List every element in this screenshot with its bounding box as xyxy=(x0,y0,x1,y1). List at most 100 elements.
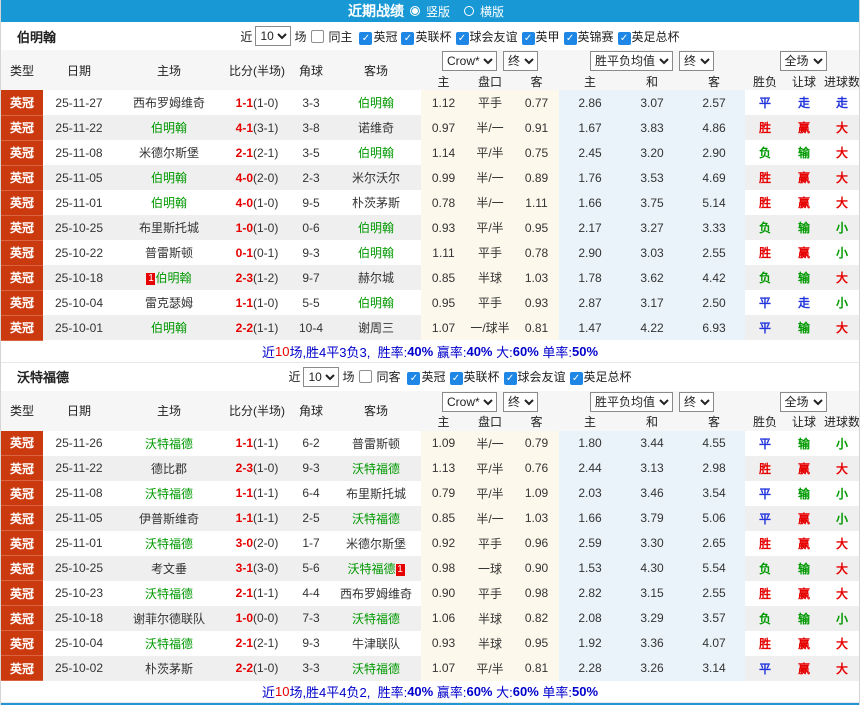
ah-line: 平/半 xyxy=(466,655,514,681)
league-filter-label[interactable]: 英联杯 xyxy=(464,370,500,384)
league-filter-label[interactable]: 英锦赛 xyxy=(578,30,614,44)
layout-radio-horizontal-label[interactable]: 横版 xyxy=(480,3,504,20)
match-row: 英冠 25-11-01 伯明翰 4-0(1-0) 9-5 朴茨茅斯 0.78 半/一 1.11 1… xyxy=(1,190,859,216)
match-date: 25-11-08 xyxy=(55,486,103,500)
league-filter-checkbox[interactable]: ✓ xyxy=(503,372,517,385)
home-team-cell: 沃特福德 xyxy=(115,531,223,556)
wdl-mean-select[interactable]: 胜平负均值 xyxy=(590,51,673,71)
ah-away-odds: 0.76 xyxy=(514,455,559,481)
final-eu-odds-select[interactable]: 终 xyxy=(679,391,714,412)
fulltime-score: 2-2 xyxy=(235,661,253,675)
summary-line: 近 10 场,胜4平4负2, 胜率: 40% 赢率: 60% 大: 60% 单率: 50% xyxy=(1,681,859,703)
eu-away-odds: 5.54 xyxy=(683,555,746,581)
league-filter-checkbox[interactable]: ✓ xyxy=(569,372,583,385)
eu-home-odds: 2.17 xyxy=(559,215,621,240)
fullmatch-select[interactable]: 全场 xyxy=(779,51,827,71)
layout-radio-horizontal[interactable] xyxy=(464,6,474,16)
home-team-cell: 伯明翰 xyxy=(115,165,223,190)
same-venue-label[interactable]: 同主 xyxy=(328,28,352,45)
bookmaker-select[interactable]: Crow* xyxy=(442,391,497,412)
handicap-result-cell: 输 xyxy=(785,140,823,165)
ah-line: 平手 xyxy=(466,530,514,556)
goals-result-cell: 小 xyxy=(823,431,859,456)
col-header-corner: 角球 xyxy=(298,63,323,78)
col-header-away: 客场 xyxy=(363,404,388,418)
bookmaker-select[interactable]: Crow* xyxy=(442,51,497,71)
games-label: 场 xyxy=(342,370,355,384)
near-count-select[interactable]: 10 xyxy=(255,26,292,46)
league-filter-label[interactable]: 球会友谊 xyxy=(470,30,518,44)
corner-cell: 6-4 xyxy=(302,486,320,500)
away-team-name: 诺维奇 xyxy=(357,121,394,135)
same-venue-label[interactable]: 同客 xyxy=(376,368,400,385)
league-filter-label[interactable]: 球会友谊 xyxy=(518,370,566,384)
same-venue-checkbox[interactable] xyxy=(359,370,373,383)
eu-draw-odds: 3.46 xyxy=(621,480,683,506)
ah-away-odds: 0.75 xyxy=(514,140,559,165)
corner-cell: 1-7 xyxy=(302,536,320,550)
league-filter-checkbox[interactable]: ✓ xyxy=(455,31,469,45)
league-filter-label[interactable]: 英联杯 xyxy=(415,30,451,44)
final-ah-odds-select[interactable]: 终 xyxy=(503,51,538,71)
result-cell: 平 xyxy=(745,90,785,115)
away-team-name: 赫尔城 xyxy=(357,271,394,285)
league-filter-label[interactable]: 英冠 xyxy=(373,30,397,44)
ah-away-odds: 0.82 xyxy=(514,605,559,631)
eu-away-odds: 3.54 xyxy=(683,480,746,506)
away-team-cell: 谢周三 xyxy=(331,315,421,340)
ah-line: 平/半 xyxy=(466,215,514,240)
ah-home-odds: 1.12 xyxy=(421,90,466,115)
col-header-score: 比分(半场) xyxy=(229,404,285,418)
score-cell: 4-0(1-0) xyxy=(223,190,291,215)
ah-line: 一/球半 xyxy=(466,315,514,340)
same-venue-checkbox[interactable] xyxy=(311,29,325,43)
away-team-name: 伯明翰 xyxy=(357,96,394,110)
league-filter-checkbox[interactable]: ✓ xyxy=(449,372,463,385)
wdl-mean-select[interactable]: 胜平负均值 xyxy=(590,391,673,412)
halftime-score: (1-1) xyxy=(253,436,279,450)
corner-cell: 2-5 xyxy=(291,505,331,531)
match-date: 25-11-01 xyxy=(55,536,103,550)
league-filter-checkbox[interactable]: ✓ xyxy=(407,372,421,385)
goals-result-cell: 大 xyxy=(823,115,859,140)
league-filter-checkbox[interactable]: ✓ xyxy=(401,31,415,45)
ah-home-odds: 0.97 xyxy=(421,115,466,140)
eu-away-odds: 2.55 xyxy=(683,240,746,265)
fulltime-score: 2-2 xyxy=(235,320,253,335)
league-filter-label[interactable]: 英足总杯 xyxy=(584,370,632,384)
home-team-cell: 沃特福德 xyxy=(115,431,223,456)
league-filter-label[interactable]: 英冠 xyxy=(421,370,445,384)
layout-radio-vertical[interactable] xyxy=(409,6,420,16)
home-team-cell: 沃特福德 xyxy=(115,631,223,656)
fulltime-score: 4-0 xyxy=(235,170,253,185)
match-row: 英冠 25-10-18 谢菲尔德联队 1-0(0-0) 7-3 沃特福德 1.06 半球 0.8… xyxy=(1,605,859,631)
league-filter-checkbox[interactable]: ✓ xyxy=(521,31,535,45)
section-watford: 沃特福德 近 10 场 同客 ✓ 英冠 ✓ 英联杯 ✓ 球会友谊 ✓ 英足总杯 类型 日期 xyxy=(1,362,859,703)
handicap-result-cell-text: 赢 xyxy=(798,246,811,260)
layout-radio-vertical-label[interactable]: 竖版 xyxy=(426,3,450,20)
league-filter-checkbox[interactable]: ✓ xyxy=(617,31,631,45)
near-count-select[interactable]: 10 xyxy=(303,366,340,387)
league-filter-checkbox[interactable]: ✓ xyxy=(563,31,577,45)
league-filter-label[interactable]: 英足总杯 xyxy=(632,30,680,44)
final-eu-odds-select[interactable]: 终 xyxy=(679,51,714,71)
goals-result-cell: 小 xyxy=(823,505,859,531)
away-team-cell: 布里斯托城 xyxy=(331,481,421,506)
eu-draw-odds: 3.13 xyxy=(621,455,683,481)
summary-stat-label: 单率: xyxy=(538,685,572,700)
eu-away-odds: 4.07 xyxy=(683,630,746,656)
top-bar: 近期战绩 竖版 横版 xyxy=(1,0,859,22)
league-filter-checkbox[interactable]: ✓ xyxy=(359,31,373,45)
eu-draw-odds: 3.26 xyxy=(621,655,683,681)
fullmatch-select[interactable]: 全场 xyxy=(779,391,827,412)
home-team-name: 谢菲尔德联队 xyxy=(132,611,205,626)
league-filter-label[interactable]: 英甲 xyxy=(536,30,560,44)
ah-away-odds: 0.93 xyxy=(514,290,559,315)
col-header-eu-away: 客 xyxy=(708,415,721,429)
handicap-result-cell-text: 赢 xyxy=(798,661,811,676)
summary-lead: 近 xyxy=(261,685,275,700)
result-cell: 胜 xyxy=(745,165,786,190)
eu-away-odds: 2.50 xyxy=(683,290,746,315)
final-ah-odds-select[interactable]: 终 xyxy=(503,391,538,412)
eu-draw-odds: 4.30 xyxy=(621,555,683,581)
